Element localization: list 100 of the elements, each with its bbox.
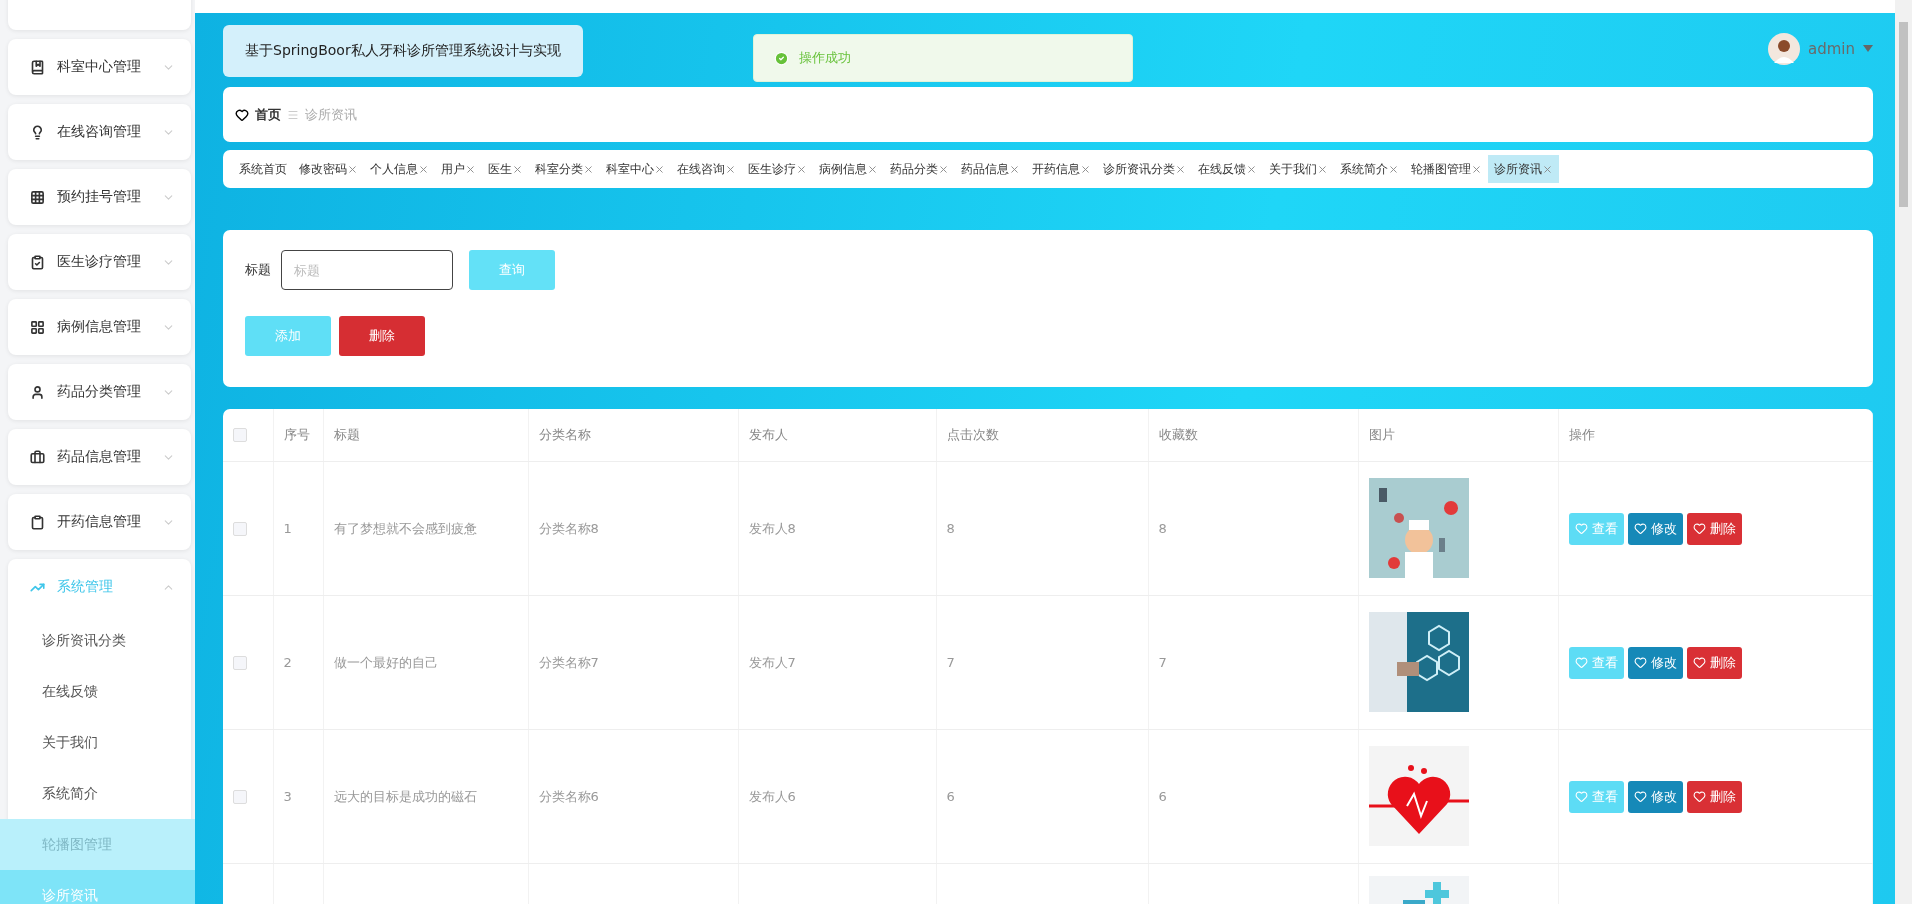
- sidebar-menu-item[interactable]: 药品分类管理: [8, 364, 191, 420]
- table-cell: 发布人6: [748, 788, 796, 804]
- column-header: 标题: [323, 409, 528, 462]
- grid-icon: [30, 319, 45, 335]
- heart-icon: [1574, 522, 1588, 535]
- caret-down-icon[interactable]: [1863, 45, 1873, 53]
- system-title: 基于SpringBoor私人牙科诊所管理系统设计与实现: [223, 25, 583, 77]
- page-tag[interactable]: 科室中心: [600, 155, 671, 183]
- grid-icon: [30, 189, 45, 205]
- page-tag[interactable]: 在线反馈: [1192, 155, 1263, 183]
- sidebar-submenu-item[interactable]: 诊所资讯分类: [0, 615, 195, 666]
- edit-button[interactable]: 修改: [1627, 646, 1683, 679]
- clipboard-icon: [30, 514, 45, 530]
- close-icon[interactable]: [347, 163, 358, 175]
- sidebar-submenu-item[interactable]: 在线反馈: [0, 666, 195, 717]
- table-cell: 发布人8: [748, 520, 796, 536]
- page-tag[interactable]: 轮播图管理: [1405, 155, 1488, 183]
- row-checkbox[interactable]: [233, 789, 247, 804]
- sidebar-submenu-item[interactable]: 关于我们: [0, 717, 195, 768]
- heart-icon: [1633, 522, 1647, 535]
- close-icon[interactable]: [583, 163, 594, 175]
- page-tag[interactable]: 关于我们: [1263, 155, 1334, 183]
- edit-button[interactable]: 修改: [1627, 780, 1683, 813]
- page-tag[interactable]: 在线咨询: [671, 155, 742, 183]
- close-icon[interactable]: [1317, 163, 1328, 175]
- heart-icon: [1692, 656, 1706, 669]
- heart-icon: [235, 107, 249, 122]
- page-tag[interactable]: 系统简介: [1334, 155, 1405, 183]
- close-icon[interactable]: [1080, 163, 1091, 175]
- page-tag[interactable]: 系统首页: [233, 155, 293, 183]
- close-icon[interactable]: [418, 163, 429, 175]
- close-icon[interactable]: [654, 163, 665, 175]
- edit-button[interactable]: 修改: [1627, 512, 1683, 545]
- table-cell: 8: [1158, 521, 1167, 536]
- column-header: 操作: [1558, 409, 1873, 462]
- sidebar-menu-item[interactable]: 药品信息管理: [8, 429, 191, 485]
- sidebar-menu-item[interactable]: 科室中心管理: [8, 39, 191, 95]
- select-all-checkbox[interactable]: [233, 428, 247, 442]
- page-tag[interactable]: 用户: [435, 155, 482, 183]
- heart-icon: [1574, 656, 1588, 669]
- close-icon[interactable]: [796, 163, 807, 175]
- page-tag[interactable]: 病例信息: [813, 155, 884, 183]
- delete-button[interactable]: 删除: [339, 316, 425, 356]
- page-tag[interactable]: 科室分类: [529, 155, 600, 183]
- row-checkbox[interactable]: [233, 521, 247, 536]
- close-icon[interactable]: [938, 163, 949, 175]
- column-header: 图片: [1358, 409, 1558, 462]
- field-label: 标题: [245, 261, 271, 279]
- close-icon[interactable]: [1388, 163, 1399, 175]
- sidebar-menu-item[interactable]: 预约挂号管理: [8, 169, 191, 225]
- sidebar-menu-item[interactable]: 在线咨询管理: [8, 104, 191, 160]
- close-icon[interactable]: [465, 163, 476, 175]
- table-cell: 发布人7: [748, 654, 796, 670]
- page-tag[interactable]: 诊所资讯: [1488, 155, 1559, 183]
- delete-row-button[interactable]: 删除: [1686, 512, 1742, 545]
- page-tag[interactable]: 诊所资讯分类: [1097, 155, 1192, 183]
- sidebar-submenu-item[interactable]: 系统简介: [0, 768, 195, 819]
- close-icon[interactable]: [1009, 163, 1020, 175]
- close-icon[interactable]: [1471, 163, 1482, 175]
- delete-row-button[interactable]: 删除: [1686, 646, 1742, 679]
- breadcrumb-home-link[interactable]: 首页: [255, 105, 281, 124]
- avatar-icon: [1768, 33, 1800, 65]
- page-tag[interactable]: 开药信息: [1026, 155, 1097, 183]
- table-cell: 3: [283, 789, 292, 804]
- lightbulb-icon: [30, 124, 45, 140]
- page-tag[interactable]: 药品分类: [884, 155, 955, 183]
- sidebar-menu-item[interactable]: 病例信息管理: [8, 299, 191, 355]
- sidebar-menu-item[interactable]: 医生诊疗管理: [8, 234, 191, 290]
- table-cell: 远大的目标是成功的磁石: [333, 788, 477, 804]
- table-cell: 7: [946, 655, 955, 670]
- close-icon[interactable]: [867, 163, 878, 175]
- column-header: 序号: [273, 409, 323, 462]
- table-cell: 有了梦想就不会感到疲惫: [333, 520, 477, 536]
- table-cell: 8: [946, 521, 955, 536]
- page-tag[interactable]: 医生诊疗: [742, 155, 813, 183]
- close-icon[interactable]: [1246, 163, 1257, 175]
- separator-icon: [287, 108, 299, 121]
- row-checkbox[interactable]: [233, 655, 247, 670]
- table-cell: 7: [1158, 655, 1167, 670]
- title-search-field[interactable]: 标题: [281, 250, 453, 290]
- page-tag[interactable]: 医生: [482, 155, 529, 183]
- table-cell: 2: [283, 655, 292, 670]
- close-icon[interactable]: [1542, 163, 1553, 175]
- heart-icon: [1692, 790, 1706, 803]
- page-tag[interactable]: 个人信息: [364, 155, 435, 183]
- close-icon[interactable]: [512, 163, 523, 175]
- close-icon[interactable]: [1175, 163, 1186, 175]
- user-icon: [30, 384, 45, 400]
- close-icon[interactable]: [725, 163, 736, 175]
- briefcase-icon: [30, 449, 45, 465]
- table-cell: 1: [283, 521, 292, 536]
- heart-icon: [1574, 790, 1588, 803]
- book-icon: [30, 59, 45, 75]
- column-header: 点击次数: [936, 409, 1148, 462]
- table-cell: 6: [946, 789, 955, 804]
- page-tag[interactable]: 药品信息: [955, 155, 1026, 183]
- sidebar-menu-item[interactable]: 开药信息管理: [8, 494, 191, 550]
- delete-row-button[interactable]: 删除: [1686, 780, 1742, 813]
- page-tag[interactable]: 修改密码: [293, 155, 364, 183]
- scrollbar[interactable]: [1895, 0, 1912, 904]
